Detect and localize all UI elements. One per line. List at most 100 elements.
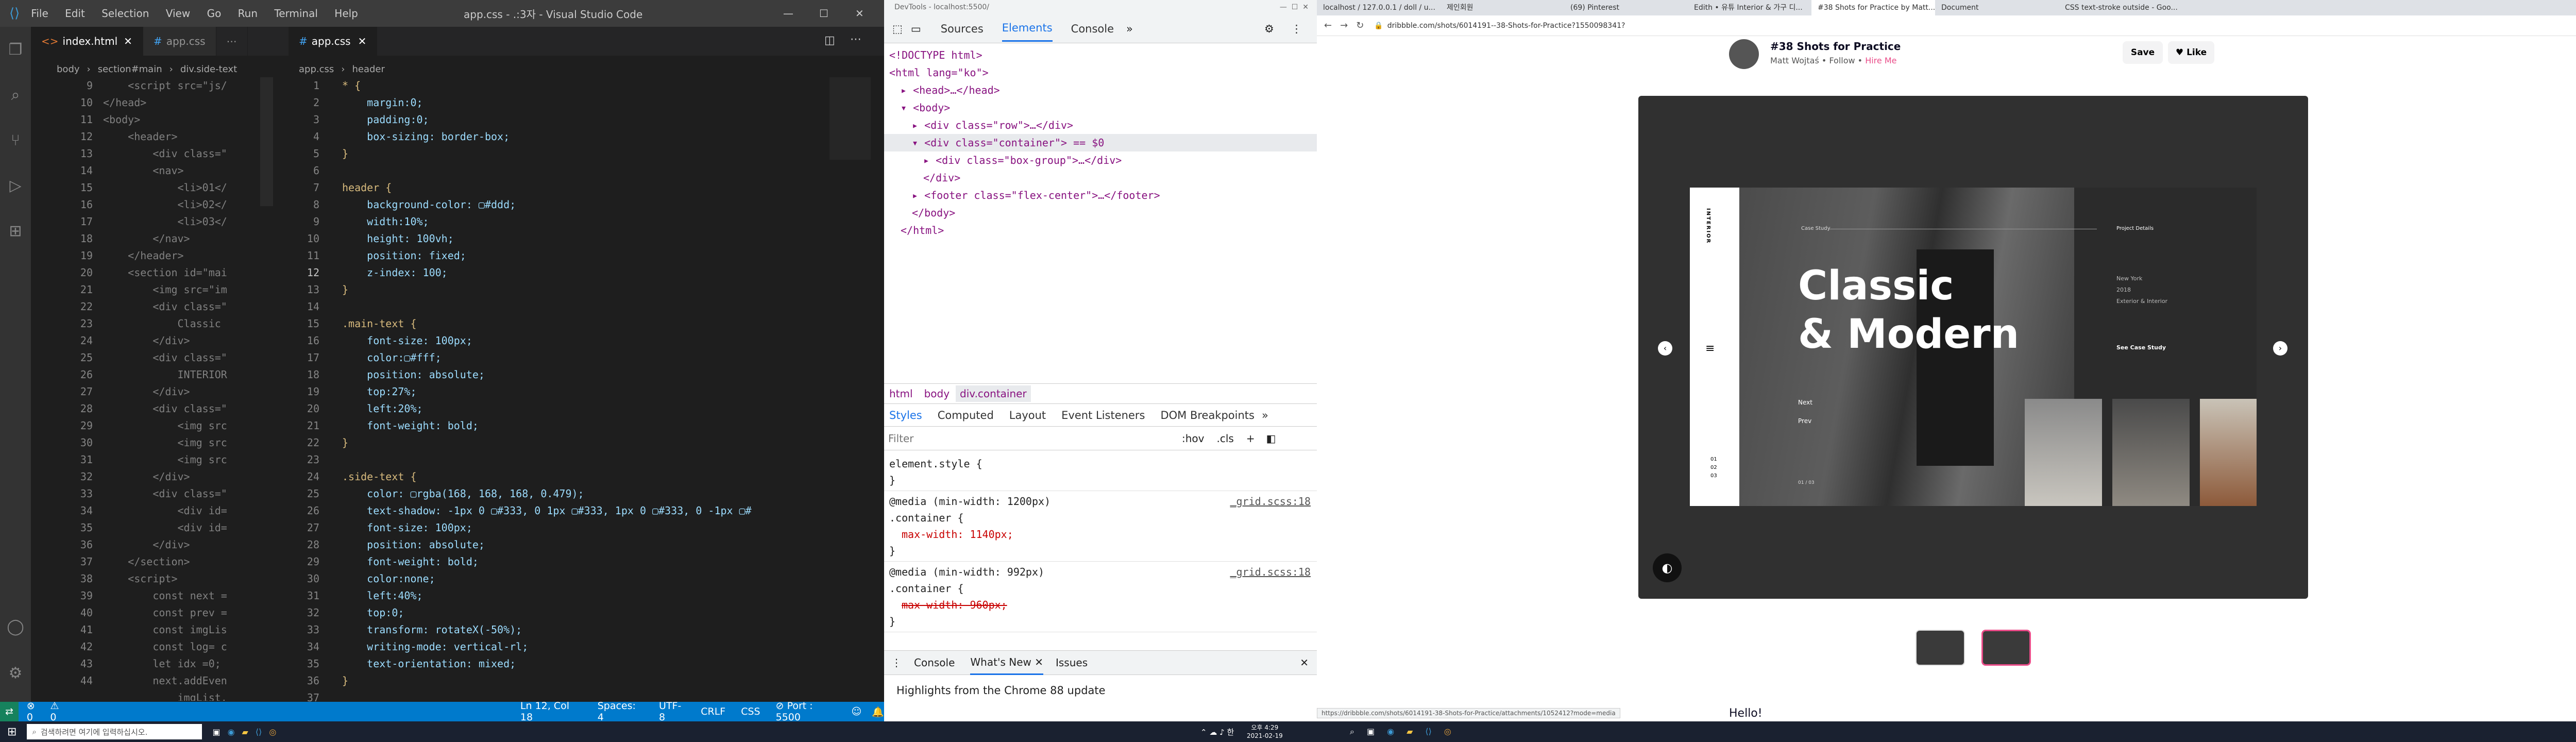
drawer-menu-icon[interactable]: ⋮: [891, 656, 902, 669]
menu-run[interactable]: Run: [238, 7, 258, 20]
dom-node[interactable]: ▾ <div class="container"> == $0: [884, 134, 1317, 151]
code-editor-left[interactable]: <script src="js/ </head> <body> <header> <…: [103, 77, 258, 701]
rule-source-link[interactable]: _grid.scss:18: [1230, 564, 1311, 580]
inspect-icon[interactable]: ⬚: [892, 23, 903, 35]
hov-button[interactable]: :hov: [1182, 432, 1205, 445]
forward-icon[interactable]: →: [1340, 20, 1348, 31]
windows-start-icon[interactable]: ⊞: [7, 726, 16, 738]
new-rule-button[interactable]: +: [1246, 432, 1255, 445]
device-toolbar-icon[interactable]: ▭: [911, 23, 921, 35]
menu-help[interactable]: Help: [334, 7, 358, 20]
drawer-tab-whats-new[interactable]: What's New ✕: [970, 651, 1043, 675]
folder-icon[interactable]: ▰: [242, 727, 248, 737]
tab-elements[interactable]: Elements: [1002, 15, 1053, 42]
language-mode[interactable]: CSS: [741, 706, 760, 717]
dom-node[interactable]: ▸ <footer class="flex-center">…</footer>: [884, 187, 1317, 204]
more-subtabs-icon[interactable]: »: [1262, 409, 1268, 421]
styles-filter-input[interactable]: [888, 432, 1166, 445]
tab-app-css-active[interactable]: # app.css ✕: [289, 27, 378, 56]
thumbnail-1[interactable]: [1916, 630, 1965, 666]
breadcrumb-item[interactable]: header: [352, 64, 384, 75]
more-options-icon[interactable]: ⋮: [1291, 23, 1302, 35]
browser-tab[interactable]: (69) Pinterest: [1564, 0, 1688, 15]
back-icon[interactable]: ←: [1324, 20, 1332, 31]
breadcrumb-item[interactable]: section#main: [98, 64, 162, 75]
folder-icon[interactable]: ▰: [1406, 727, 1413, 737]
subtab-computed[interactable]: Computed: [938, 409, 994, 421]
taskbar-search[interactable]: ⌕ 검색하려면 여기에 입력하십시오.: [27, 724, 202, 739]
browser-tab[interactable]: #38 Shots for Practice by Matt...: [1811, 0, 1935, 15]
breadcrumb-item[interactable]: app.css: [299, 64, 334, 75]
cls-button[interactable]: .cls: [1217, 432, 1234, 445]
menu-selection[interactable]: Selection: [101, 7, 149, 20]
settings-gear-icon[interactable]: ⚙: [1264, 23, 1274, 35]
encoding[interactable]: UTF-8: [659, 700, 685, 723]
extensions-icon[interactable]: ⊞: [0, 208, 31, 254]
browser-tab[interactable]: 제인회원: [1440, 0, 1564, 15]
dom-node[interactable]: </body>: [884, 204, 1317, 222]
like-button[interactable]: ♥ Like: [2168, 41, 2214, 64]
dom-node[interactable]: </div>: [884, 169, 1317, 187]
settings-gear-icon[interactable]: ⚙: [0, 650, 31, 696]
browser-tab[interactable]: CSS text-stroke outside - Goo...: [2059, 0, 2182, 15]
feedback-icon[interactable]: ☺: [852, 706, 862, 717]
drawer-tab-issues[interactable]: Issues: [1056, 656, 1088, 669]
code-editor-right[interactable]: * { margin:0; padding:0; box-sizing: bor…: [342, 77, 826, 701]
crumb-html[interactable]: html: [889, 387, 913, 400]
follow-link[interactable]: Follow: [1829, 56, 1855, 65]
search-icon[interactable]: ⌕: [1350, 727, 1354, 737]
tray-icons[interactable]: ⌃ ☁ ♪ 한: [1200, 727, 1234, 737]
window-controls[interactable]: — ☐ ✕: [1280, 3, 1309, 11]
remote-icon[interactable]: ⇄: [0, 702, 19, 721]
live-server[interactable]: ⊘ Port : 5500: [776, 700, 836, 723]
dom-node[interactable]: <html lang="ko">: [884, 64, 1317, 81]
line-ending[interactable]: CRLF: [701, 706, 725, 717]
split-editor-icon[interactable]: ◫: [824, 34, 835, 47]
chrome-icon[interactable]: ◎: [1444, 727, 1451, 737]
notifications-icon[interactable]: 🔔: [872, 706, 884, 718]
more-actions-icon[interactable]: ⋯: [216, 27, 248, 56]
source-control-icon[interactable]: ⑂: [0, 117, 31, 163]
subtab-event-listeners[interactable]: Event Listeners: [1061, 409, 1145, 421]
cursor-position[interactable]: Ln 12, Col 18: [520, 700, 580, 723]
rule-property[interactable]: max-width: 960px;: [889, 597, 1312, 613]
account-icon[interactable]: ◯: [0, 604, 31, 649]
tab-close-icon[interactable]: ✕: [124, 35, 132, 47]
author-avatar[interactable]: [1729, 39, 1759, 69]
drawer-close-icon[interactable]: ✕: [1300, 656, 1309, 669]
more-tabs-icon[interactable]: »: [1126, 23, 1133, 35]
tab-close-icon[interactable]: ✕: [358, 35, 367, 47]
tab-sources[interactable]: Sources: [941, 23, 984, 35]
errors-icon[interactable]: ⊗ 0: [27, 700, 43, 723]
task-view-icon[interactable]: ▣: [212, 727, 220, 737]
warnings-icon[interactable]: ⚠ 0: [50, 700, 67, 723]
drawer-tab-console[interactable]: Console: [914, 656, 955, 669]
close-icon[interactable]: ✕: [1035, 656, 1043, 668]
breadcrumb-item[interactable]: div.side-text: [180, 64, 237, 75]
vscode-icon[interactable]: ⟨⟩: [1425, 727, 1431, 737]
rule-source-link[interactable]: _grid.scss:18: [1230, 493, 1311, 510]
close-button[interactable]: ✕: [855, 7, 864, 20]
browser-tab[interactable]: localhost / 127.0.0.1 / doll / u...: [1317, 0, 1440, 15]
menu-edit[interactable]: Edit: [65, 7, 85, 20]
address-bar[interactable]: dribbble.com/shots/6014191--38-Shots-for…: [1387, 22, 1625, 30]
chrome-icon[interactable]: ◎: [269, 727, 276, 737]
subtab-layout[interactable]: Layout: [1009, 409, 1046, 421]
minimize-button[interactable]: —: [783, 7, 793, 20]
sidebar-toggle-icon[interactable]: ◧: [1266, 432, 1276, 445]
save-button[interactable]: Save: [2123, 41, 2163, 64]
tab-app-css[interactable]: # app.css: [143, 27, 216, 56]
rule-property[interactable]: max-width: 1140px;: [889, 526, 1312, 543]
menu-view[interactable]: View: [166, 7, 190, 20]
dom-node[interactable]: ▾ <body>: [884, 99, 1317, 116]
reload-icon[interactable]: ↻: [1356, 20, 1364, 31]
dom-node[interactable]: ▸ <div class="row">…</div>: [884, 116, 1317, 134]
hire-me-link[interactable]: Hire Me: [1865, 56, 1896, 65]
more-actions-icon[interactable]: ⋯: [850, 33, 861, 46]
author-name[interactable]: Matt Wojtaś: [1770, 56, 1819, 65]
dom-node[interactable]: </html>: [884, 222, 1317, 239]
edge-icon[interactable]: ◉: [1387, 727, 1394, 737]
vscode-icon[interactable]: ⟨⟩: [256, 727, 262, 737]
explorer-icon[interactable]: ❐: [0, 27, 31, 72]
task-view-icon[interactable]: ▣: [1367, 727, 1375, 737]
